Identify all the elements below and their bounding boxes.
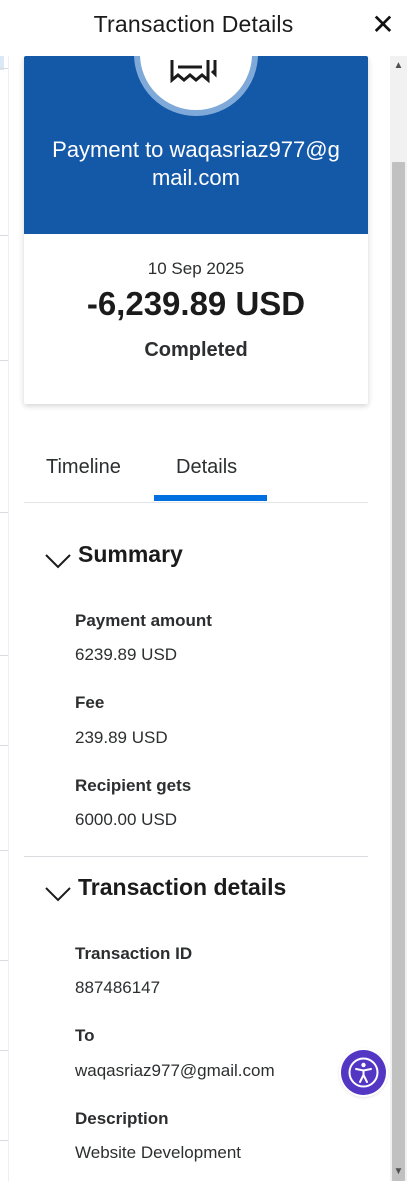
to-value: waqasriaz977@gmail.com — [75, 1061, 275, 1080]
accessibility-icon — [348, 1057, 379, 1088]
background-page-edge — [0, 0, 9, 1181]
fee-label: Fee — [75, 693, 105, 712]
section-divider — [24, 856, 368, 857]
background-rule — [0, 850, 8, 851]
active-tab-indicator — [154, 495, 267, 501]
description-label: Description — [75, 1109, 169, 1128]
tab-timeline[interactable]: Timeline — [46, 456, 121, 479]
background-rule — [0, 235, 8, 236]
tab-details[interactable]: Details — [176, 456, 237, 479]
recipient-gets-value: 6000.00 USD — [75, 810, 178, 829]
accessibility-button[interactable] — [341, 1050, 386, 1095]
fee-value: 239.89 USD — [75, 728, 168, 747]
summary-heading: Summary — [78, 541, 183, 567]
chevron-down-icon — [45, 554, 71, 569]
scroll-up-arrow-icon[interactable]: ▲ — [390, 56, 407, 76]
scrollbar[interactable]: ▲ ▼ — [390, 56, 407, 1181]
transaction-status: Completed — [144, 339, 248, 361]
background-rule — [0, 655, 8, 656]
background-rule — [0, 745, 8, 746]
transaction-details-heading: Transaction details — [78, 874, 287, 900]
background-rule — [0, 512, 8, 513]
background-rule — [0, 360, 8, 361]
recipient-gets-label: Recipient gets — [75, 776, 192, 795]
scroll-down-arrow-icon[interactable]: ▼ — [390, 1163, 407, 1181]
card-header: Payment to waqasriaz977@gmail.com — [24, 56, 368, 234]
payment-amount-value: 6239.89 USD — [75, 645, 178, 664]
transaction-summary-card: Payment to waqasriaz977@gmail.com 10 Sep… — [24, 56, 368, 404]
transaction-amount: -6,239.89 USD — [86, 285, 306, 322]
panel-header: Transaction Details ✕ — [0, 0, 407, 56]
panel-title: Transaction Details — [93, 11, 294, 37]
receipt-icon — [170, 60, 217, 84]
background-rule — [0, 960, 8, 961]
chevron-down-icon — [45, 887, 71, 902]
payment-recipient-heading: Payment to waqasriaz977@gmail.com — [52, 137, 340, 190]
transaction-id-value: 887486147 — [75, 978, 161, 997]
receipt-icon-badge — [134, 56, 258, 116]
background-rule — [0, 1140, 8, 1141]
transaction-date: 10 Sep 2025 — [147, 259, 245, 278]
close-icon: ✕ — [371, 9, 395, 40]
payment-amount-label: Payment amount — [75, 611, 212, 630]
to-label: To — [75, 1026, 95, 1045]
tab-bar: Timeline Details — [24, 440, 368, 503]
description-value: Website Development — [75, 1143, 241, 1162]
close-button[interactable]: ✕ — [370, 10, 396, 40]
summary-section-toggle[interactable]: Summary — [44, 541, 244, 575]
background-rule — [0, 1050, 8, 1051]
scrollbar-thumb[interactable] — [392, 162, 405, 1181]
background-rule — [0, 68, 8, 69]
transaction-id-label: Transaction ID — [75, 944, 193, 963]
transaction-details-section-toggle[interactable]: Transaction details — [44, 874, 324, 908]
